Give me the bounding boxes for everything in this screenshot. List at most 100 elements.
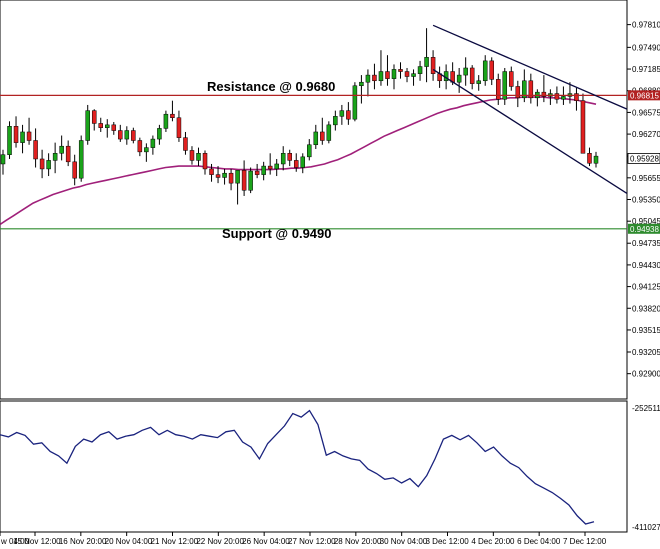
candle-body [456,74,462,83]
candle-body [378,71,384,82]
candle-body [352,85,358,120]
candle-body [13,126,19,143]
indicator-panel: -252511 -411027 [0,400,660,533]
candle-body [267,165,273,170]
price-panel: 0.978100.974900.971850.968800.965750.962… [0,0,660,400]
candle-body [241,170,247,191]
candle-body [372,74,377,82]
price-tick-label: 0.95350 [632,196,660,205]
candle-body [20,131,25,143]
indicator-tick-max: -252511 [632,404,660,413]
candle-body [587,153,592,164]
support-label: Support @ 0.9490 [222,226,331,241]
indicator-line [0,409,595,525]
candle-body [91,110,97,124]
descending-channel [432,24,628,194]
candle-body [391,69,397,79]
candle-body [7,126,12,155]
indicator-tick-min: -411027 [632,523,660,532]
candle-body [424,57,429,67]
price-tick-label: 0.96575 [632,108,660,117]
time-axis: w 04:0015 Nov 12:0016 Nov 20:0020 Nov 04… [0,532,607,546]
time-tick-label: 28 Nov 20:00 [334,537,382,546]
price-tick-label: 0.97185 [632,65,660,74]
candle-body [463,67,468,76]
candle-body [580,100,586,154]
candle-body [176,117,182,138]
candle-body [287,153,292,161]
candle-body [248,170,253,191]
candle-body [189,150,195,161]
candle-body [398,69,403,72]
candle-body [222,172,227,178]
candle-body [593,155,599,164]
time-tick-label: 27 Nov 12:00 [288,537,336,546]
candle-body [365,74,371,83]
price-tick-label: 0.95655 [632,174,660,183]
candle-body [157,128,162,140]
current-price-badge-text: 0.95928 [630,154,659,163]
indicator-panel-frame [0,400,628,533]
price-tick-label: 0.93515 [632,326,660,335]
candle-body [254,170,260,175]
price-tick-label: 0.92900 [632,370,660,379]
candle-body [196,153,201,161]
resistance-label: Resistance @ 0.9680 [207,79,335,94]
time-tick-label: 26 Nov 04:00 [242,537,290,546]
candle-body [26,131,32,141]
candle-body [476,80,481,84]
indicator-polyline [0,409,595,525]
candle-body [59,145,64,154]
candle-body [72,161,77,179]
candle-body [124,130,130,140]
time-tick-label: 30 Nov 04:00 [380,537,428,546]
candle-body [300,156,306,168]
candle-body [65,145,71,163]
time-tick-label: 16 Nov 20:00 [59,537,107,546]
support-badge-text: 0.94938 [630,225,659,234]
candle-body [150,138,156,148]
candle-body [52,153,58,161]
price-tick-label: 0.94735 [632,239,660,248]
candle-body [137,140,143,153]
resistance-badge-text: 0.96815 [630,91,659,100]
candle-body [411,73,416,77]
time-tick-label: 22 Nov 20:00 [196,537,244,546]
candle-body [261,165,266,175]
time-tick-label: 4 Dec 20:00 [471,537,515,546]
price-tick-label: 0.94430 [632,261,660,270]
candle-body [561,96,566,100]
candle-body [85,110,90,141]
candle-body [385,71,390,79]
candle-body [489,60,494,80]
time-tick-label: 15 Nov 12:00 [13,537,61,546]
candle-body [482,60,488,82]
candle-body [313,131,319,146]
price-tick-label: 0.93205 [632,348,660,357]
candle-body [307,144,312,158]
candle-body [235,170,240,184]
candle-body [339,110,345,117]
candle-body [333,116,338,126]
candle-body [346,110,351,120]
candle-body [0,154,6,165]
candle-body [202,153,208,170]
price-tick-label: 0.97490 [632,43,660,52]
price-tick-label: 0.94125 [632,283,660,292]
candle-body [274,163,279,170]
price-panel-frame [0,0,628,400]
candle-body [98,123,103,128]
candle-body [111,124,117,131]
candle-body [209,168,214,175]
candle-body [326,124,332,141]
candle-body [320,131,325,141]
time-tick-label: 21 Nov 12:00 [151,537,199,546]
price-tick-label: 0.97810 [632,21,660,30]
candle-body [515,86,521,99]
time-tick-label: 3 Dec 12:00 [426,537,470,546]
candle-body [144,147,149,153]
price-tick-label: 0.96270 [632,130,660,139]
candle-body [509,71,514,87]
candle-body [215,174,221,178]
candle-body [39,158,45,170]
